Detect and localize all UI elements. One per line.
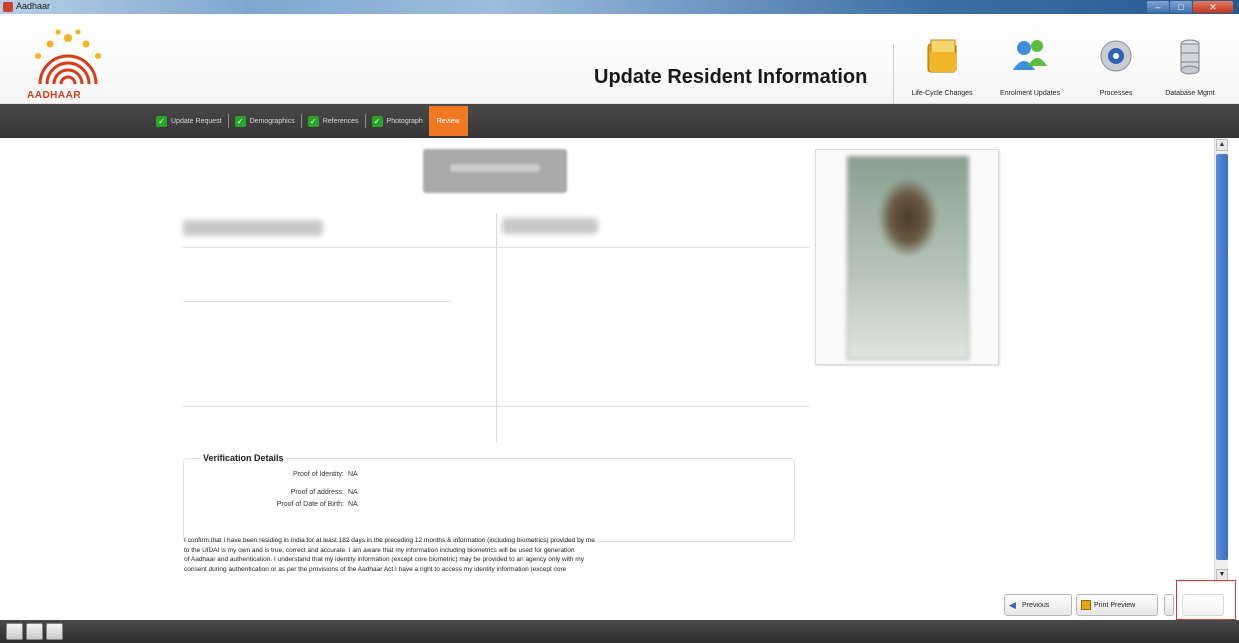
app-icon [3,2,13,12]
life-cycle-changes-button[interactable]: Life-Cycle Changes [905,36,979,97]
print-preview-label: Print Preview [1094,601,1136,609]
step-list: ✓ Update Request ✓ Demographics ✓ Refere… [150,106,468,136]
save-icon[interactable] [1164,594,1174,616]
step-bar: ✓ Update Request ✓ Demographics ✓ Refere… [0,104,1239,138]
minimize-icon[interactable]: – [1147,1,1169,13]
resident-name-english [183,220,323,236]
check-icon: ✓ [307,115,319,127]
check-icon: ✓ [234,115,246,127]
close-icon[interactable]: ✕ [1193,1,1233,13]
taskbar [0,620,1239,643]
user-icon[interactable] [6,623,23,640]
check-icon: ✓ [156,115,167,127]
tool-label: Processes [1099,90,1133,97]
database-icon [1180,39,1200,75]
tool-label: Database Mgmt [1165,90,1215,97]
verification-value: NA [348,471,358,478]
verification-label: Proof of address: [290,489,344,496]
window-controls: – □ ✕ [1147,1,1233,13]
consent-text: I confirm that I have been residing in I… [184,536,804,574]
logo-text: AADHAAR [27,90,82,101]
window-title: Aadhaar [16,1,51,11]
resident-photo [847,156,969,360]
step-label: References [322,117,359,125]
printer-icon [1081,600,1091,610]
users-icon [1013,40,1047,70]
verification-details: Verification Details Proof of Identity: … [183,453,795,542]
step-photograph[interactable]: ✓ Photograph [366,111,429,131]
scroll-thumb[interactable] [1216,154,1228,560]
column-divider [496,213,497,443]
blurred-header-button[interactable] [423,149,567,193]
verification-value: NA [348,489,358,496]
step-demographics[interactable]: ✓ Demographics [229,111,301,131]
step-label: Update Request [171,117,222,125]
enrolment-updates-button[interactable]: Enrolment Updates [993,36,1067,97]
previous-label: Previous [1022,601,1050,609]
tool-label: Enrolment Updates [1000,90,1060,97]
consent-line: consent during authentication or as per … [184,565,567,573]
folder-icon [927,39,957,73]
resident-name-local [502,218,598,234]
photo-frame [815,149,999,365]
printer-icon[interactable] [46,623,63,640]
divider-line [183,301,451,302]
highlight-box [1176,580,1236,620]
check-icon: ✓ [371,115,383,127]
step-update-request[interactable]: ✓ Update Request [150,111,228,131]
maximize-icon[interactable]: □ [1170,1,1192,13]
title-bar: Aadhaar – □ ✕ [0,0,1239,14]
step-references[interactable]: ✓ References [302,111,365,131]
vertical-scrollbar[interactable]: ▲ ▼ [1214,138,1228,582]
verification-label: Proof of Date of Birth: [276,501,344,508]
verification-label: Proof of Identity: [293,471,344,478]
header-divider [893,44,894,108]
app-window: Aadhaar – □ ✕ AADHAAR Update Resident In… [0,0,1239,643]
arrow-left-icon: ◀ [1009,600,1016,610]
page-title: Update Resident Information [594,66,868,88]
print-preview-button[interactable]: Print Preview [1076,594,1158,616]
consent-line: to the UIDAI is my own and is true, corr… [184,546,575,554]
scroll-up-icon[interactable]: ▲ [1216,139,1228,151]
tool-label: Life-Cycle Changes [911,90,973,97]
database-mgmt-button[interactable]: Database Mgmt [1153,36,1227,97]
gear-icon [1100,40,1132,72]
review-content: Verification Details Proof of Identity: … [0,138,1214,620]
step-review[interactable]: Review [428,106,468,136]
verification-row: Proof of Identity: NA [184,471,358,478]
step-label: Review [436,117,460,125]
verification-title: Verification Details [201,453,286,463]
verification-value: NA [348,501,358,508]
header: AADHAAR Update Resident Information Life… [0,14,1239,108]
processes-button[interactable]: Processes [1079,36,1153,97]
verification-row: Proof of address: NA [184,489,358,496]
verification-row: Proof of Date of Birth: NA [184,501,358,508]
step-label: Photograph [386,117,423,125]
consent-line: I confirm that I have been residing in I… [184,537,595,544]
device-icon[interactable] [26,623,43,640]
consent-line: of Aadhaar and authentication. I underst… [184,556,584,563]
step-label: Demographics [249,117,295,125]
previous-button[interactable]: ◀ Previous [1004,594,1072,616]
